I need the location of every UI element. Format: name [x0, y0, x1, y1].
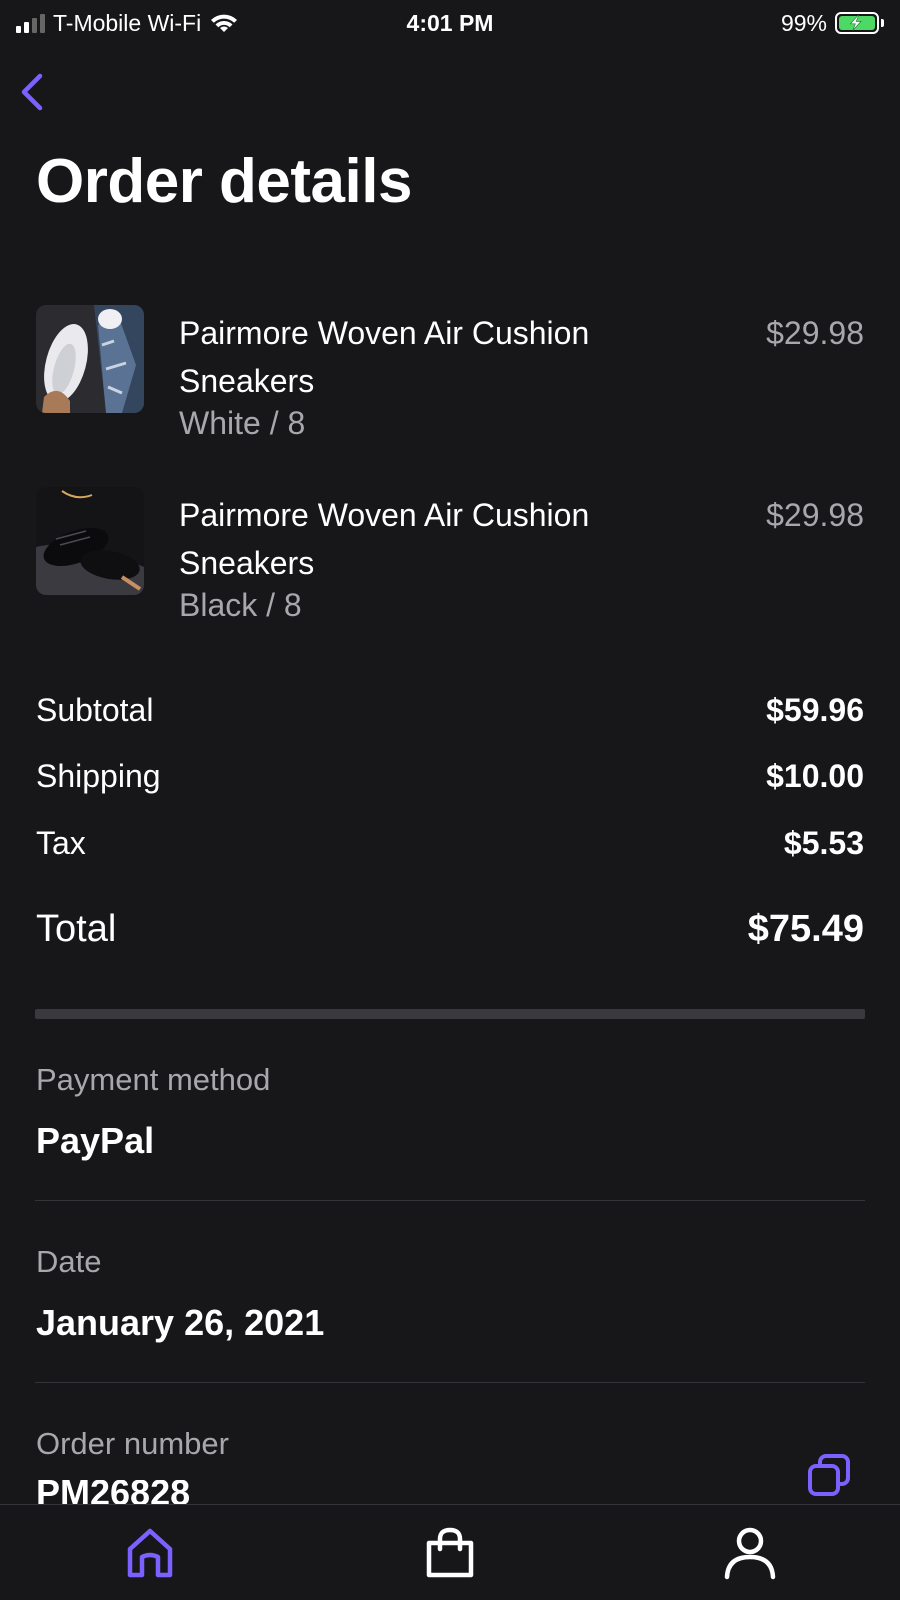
total-label: Total	[36, 908, 117, 950]
copy-icon	[808, 1454, 850, 1496]
battery-percent: 99%	[780, 9, 827, 36]
back-button[interactable]	[18, 68, 54, 116]
product-thumbnail	[36, 487, 144, 595]
battery-icon	[835, 12, 884, 34]
shopping-bag-icon	[426, 1527, 474, 1578]
page-title: Order details	[36, 147, 412, 216]
shipping-value: $10.00	[766, 758, 864, 794]
item-variant: White / 8	[179, 405, 306, 441]
subtotal-row: Subtotal $59.96	[36, 692, 864, 729]
tax-row: Tax $5.53	[36, 825, 864, 862]
payment-method-label: Payment method	[36, 1062, 271, 1097]
shipping-label: Shipping	[36, 758, 161, 794]
subtotal-label: Subtotal	[36, 692, 154, 728]
status-bar: T-Mobile Wi-Fi 4:01 PM 99%	[0, 0, 900, 46]
order-item[interactable]: Pairmore Woven Air Cushion Sneakers Blac…	[36, 487, 864, 637]
tab-profile[interactable]	[720, 1523, 780, 1583]
divider	[35, 1382, 865, 1383]
item-name: Pairmore Woven Air Cushion Sneakers	[179, 315, 590, 399]
order-number-value: PM26828	[36, 1480, 191, 1504]
section-divider	[35, 1009, 865, 1019]
divider	[35, 1200, 865, 1201]
order-number-label: Order number	[36, 1426, 229, 1461]
charging-bolt-icon	[849, 15, 862, 31]
shipping-row: Shipping $10.00	[36, 758, 864, 795]
wifi-icon	[211, 14, 238, 32]
item-price: $29.98	[766, 315, 864, 351]
order-number-clip: PM26828	[0, 1480, 900, 1504]
status-right: 99%	[781, 10, 884, 37]
date-value: January 26, 2021	[36, 1302, 325, 1343]
total-row: Total $75.49	[36, 908, 864, 951]
chevron-left-icon	[21, 73, 43, 111]
item-price: $29.98	[766, 497, 864, 533]
tab-bar	[0, 1504, 900, 1600]
date-label: Date	[36, 1244, 102, 1279]
item-variant: Black / 8	[179, 587, 302, 623]
profile-icon	[724, 1527, 776, 1580]
home-icon	[127, 1528, 173, 1578]
tab-home[interactable]	[120, 1523, 180, 1583]
item-name: Pairmore Woven Air Cushion Sneakers	[179, 497, 590, 581]
order-item[interactable]: Pairmore Woven Air Cushion Sneakers Whit…	[36, 305, 864, 455]
status-left: T-Mobile Wi-Fi	[16, 10, 239, 37]
product-thumbnail	[36, 305, 144, 413]
copy-order-number-button[interactable]	[806, 1452, 854, 1500]
cellular-signal-icon	[16, 13, 45, 33]
subtotal-value: $59.96	[766, 692, 864, 728]
tab-shop[interactable]	[420, 1523, 480, 1583]
carrier-name: T-Mobile Wi-Fi	[53, 9, 202, 36]
tax-label: Tax	[36, 825, 86, 861]
total-value: $75.49	[747, 908, 864, 950]
payment-method-value: PayPal	[36, 1120, 155, 1161]
tax-value: $5.53	[783, 825, 864, 861]
